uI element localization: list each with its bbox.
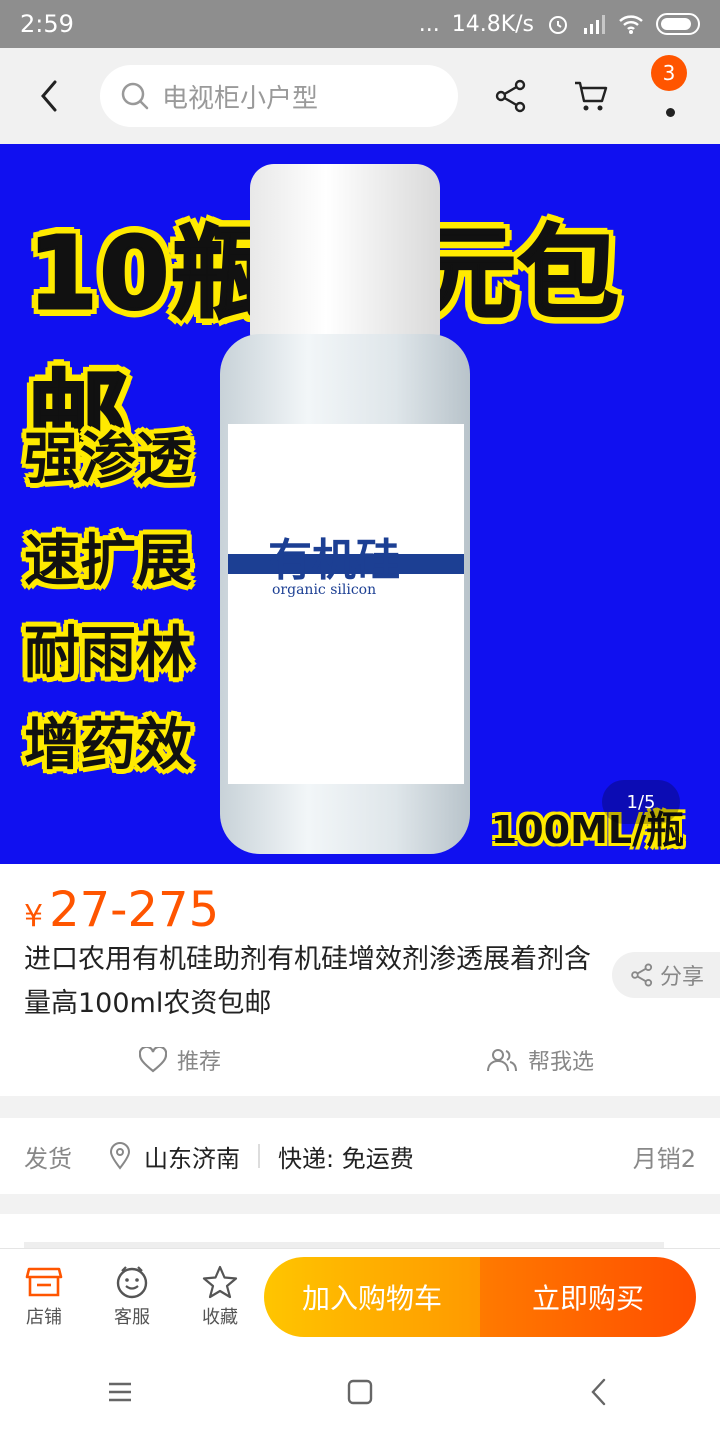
- shipping-label: 发货: [24, 1144, 72, 1173]
- feature-2: 速扩展: [24, 529, 192, 594]
- message-badge: 3: [651, 55, 687, 91]
- battery-icon: [656, 13, 700, 35]
- bottle-image: 有机硅 organic silicon: [220, 164, 470, 854]
- currency-symbol: ¥: [24, 899, 44, 934]
- help-choose-button[interactable]: 帮我选: [360, 1038, 720, 1082]
- heart-icon: [138, 1047, 167, 1073]
- shipping-location: 山东济南: [144, 1144, 240, 1173]
- signal-icon: [584, 15, 605, 34]
- more-dot-icon: [666, 108, 675, 117]
- help-choose-label: 帮我选: [527, 1050, 594, 1075]
- product-image-carousel[interactable]: 10瓶27元包邮 强渗透 速扩展 耐雨林 增药效 有机硅 organic sil…: [0, 144, 720, 864]
- recommend-label: 推荐: [176, 1050, 221, 1075]
- home-icon[interactable]: [345, 1377, 375, 1407]
- alarm-icon: [549, 16, 567, 34]
- people-icon: [486, 1049, 517, 1072]
- monthly-sales: 月销2: [632, 1144, 696, 1173]
- product-title: 进口农用有机硅助剂有机硅增效剂渗透展着剂含量高100ml农资包邮: [24, 944, 591, 1019]
- share-label: 分享: [660, 965, 705, 990]
- product-info: ¥27-275 进口农用有机硅助剂有机硅增效剂渗透展着剂含量高100ml农资包邮…: [0, 864, 720, 1096]
- action-row: 推荐 帮我选: [0, 1038, 720, 1082]
- search-icon: [121, 82, 149, 110]
- smiley-icon: [116, 1265, 148, 1298]
- feature-4: 增药效: [24, 713, 192, 778]
- shop-button[interactable]: 店铺: [0, 1249, 88, 1345]
- network-speed: 14.8K/s: [451, 11, 534, 37]
- status-bar: 2:59 ... 14.8K/s: [0, 0, 720, 48]
- shipping-row[interactable]: 发货 山东济南 快递: 免运费 月销2: [0, 1118, 720, 1194]
- share-pill-button[interactable]: 分享: [612, 952, 720, 998]
- favorite-label: 收藏: [202, 1306, 238, 1328]
- share-icon: [495, 79, 526, 113]
- recommend-button[interactable]: 推荐: [0, 1038, 360, 1082]
- message-button[interactable]: 3: [648, 55, 694, 119]
- customer-service-button[interactable]: 客服: [88, 1249, 176, 1345]
- feature-3: 耐雨林: [24, 621, 192, 686]
- bottle-label: 有机硅 organic silicon: [228, 424, 464, 784]
- share-icon: [631, 963, 653, 987]
- price-value: 27-275: [49, 882, 220, 938]
- feature-1: 强渗透: [24, 427, 192, 492]
- bottle-cap: [250, 164, 440, 344]
- add-to-cart-button[interactable]: 加入购物车: [264, 1256, 480, 1337]
- search-header: 电视柜小户型 3: [0, 48, 720, 144]
- search-placeholder: 电视柜小户型: [162, 83, 319, 114]
- search-input[interactable]: 电视柜小户型: [100, 65, 458, 127]
- cart-button[interactable]: [568, 73, 614, 119]
- price: ¥27-275: [24, 882, 219, 938]
- image-pager: 1/5: [602, 780, 680, 824]
- bottom-action-bar: 店铺 客服 收藏 加入购物车 立即购买: [0, 1248, 720, 1344]
- bottle-subtitle: organic silicon: [272, 582, 377, 598]
- more-dots: ...: [418, 11, 440, 37]
- share-button[interactable]: [488, 73, 534, 119]
- status-time: 2:59: [20, 10, 74, 38]
- location-pin-icon: [109, 1142, 131, 1170]
- next-section-peek: [0, 1214, 720, 1248]
- back-button[interactable]: [0, 48, 100, 144]
- express-info: 快递: 免运费: [278, 1144, 414, 1173]
- shop-icon: [25, 1267, 63, 1296]
- header-actions: 3: [488, 55, 694, 119]
- shop-label: 店铺: [26, 1306, 62, 1328]
- chevron-left-icon: [41, 80, 57, 112]
- star-icon: [202, 1265, 238, 1298]
- favorite-button[interactable]: 收藏: [176, 1249, 264, 1345]
- system-nav-bar: [0, 1344, 720, 1440]
- wifi-icon: [619, 15, 643, 34]
- status-icons: ... 14.8K/s: [419, 12, 700, 37]
- menu-icon[interactable]: [105, 1379, 135, 1405]
- customer-service-label: 客服: [114, 1306, 150, 1328]
- purchase-buttons: 加入购物车 立即购买: [264, 1256, 696, 1337]
- back-nav-icon[interactable]: [585, 1377, 615, 1407]
- divider: [258, 1144, 260, 1168]
- bottle-name: 有机硅: [268, 535, 400, 586]
- buy-now-button[interactable]: 立即购买: [480, 1256, 696, 1337]
- cart-icon: [575, 81, 608, 111]
